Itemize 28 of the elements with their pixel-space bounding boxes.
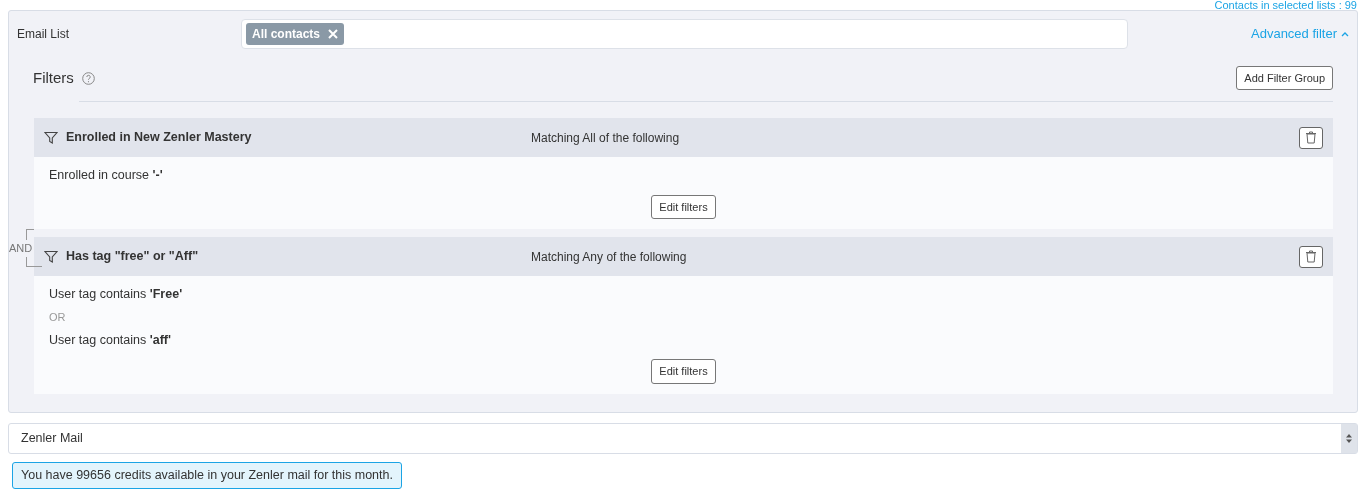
and-label: AND (9, 241, 33, 256)
delete-button[interactable] (1299, 245, 1323, 268)
mail-select[interactable]: Zenler Mail (8, 422, 1358, 454)
funnel-icon (44, 249, 58, 264)
group-title: Enrolled in New Zenler Mastery (66, 129, 253, 147)
matching-text: Matching All of the following (531, 129, 680, 147)
funnel-icon (44, 130, 58, 145)
contacts-count-text: Contacts in selected lists : 99 (1213, 0, 1358, 10)
filters-heading: Filters (33, 67, 74, 88)
edit-filters-button[interactable]: Edit filters (651, 194, 716, 220)
condition-text: Enrolled in course '-' (49, 167, 164, 184)
condition-text: User tag contains 'Free' (49, 286, 184, 304)
help-icon[interactable] (81, 71, 95, 85)
caret-icon[interactable] (1341, 31, 1349, 37)
or-label: OR (49, 310, 67, 325)
edit-filters-button[interactable]: Edit filters (651, 359, 716, 384)
credits-alert: You have 99656 credits available in your Zenler mail for this month. (12, 461, 402, 489)
delete-button[interactable] (1299, 126, 1323, 149)
email-list-label: Email List (17, 26, 70, 43)
trash-icon (1305, 250, 1317, 264)
condition-text: User tag contains 'aff' (49, 331, 172, 349)
trash-icon (1305, 131, 1317, 144)
remove-icon[interactable] (328, 29, 338, 39)
list-tag: All contacts (246, 23, 344, 45)
matching-text: Matching Any of the following (531, 248, 687, 266)
add-filter-group-button[interactable]: Add Filter Group (1236, 65, 1333, 91)
select-arrows-icon (1341, 423, 1357, 453)
group-title: Has tag "free" or "Aff" (66, 248, 200, 266)
